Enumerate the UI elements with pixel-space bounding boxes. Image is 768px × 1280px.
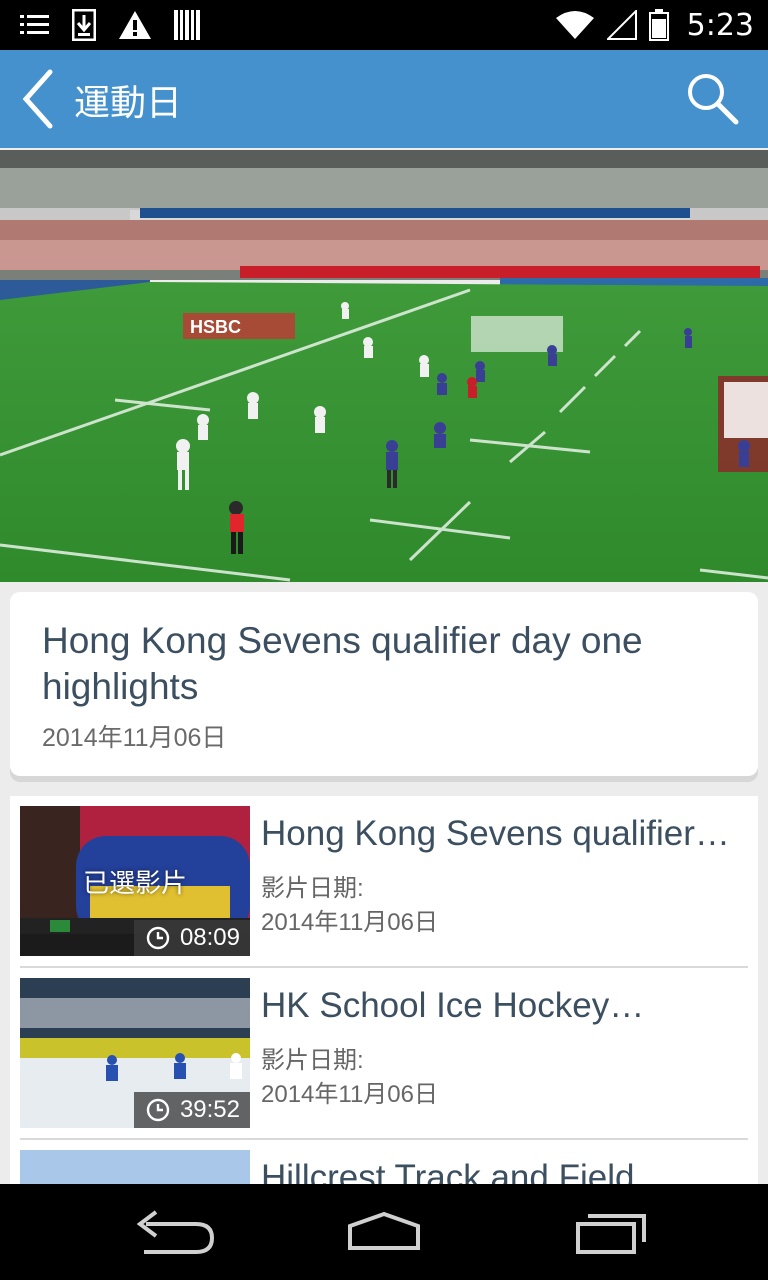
video-thumbnail: 39:52 <box>20 978 250 1128</box>
video-thumbnail: 已選影片 08:09 <box>20 806 250 956</box>
rugby-field-image: HSBC <box>0 150 768 582</box>
navigation-bar <box>0 1184 768 1280</box>
home-icon[interactable] <box>336 1202 432 1262</box>
content-area: HSBC Hong Kong Sevens qualifier day one … <box>0 148 768 1184</box>
clock: 5:23 <box>686 7 754 43</box>
action-bar: 運動日 <box>0 50 768 148</box>
video-info-card: Hong Kong Sevens qualifier day one highl… <box>10 592 758 776</box>
signal-icon <box>606 10 637 40</box>
list-item[interactable]: Hillcrest Track and Field <box>20 1140 748 1184</box>
barcode-icon <box>174 10 200 40</box>
video-player[interactable]: HSBC <box>0 150 768 582</box>
list-item-title: Hong Kong Sevens qualifier… <box>261 814 730 853</box>
list-item[interactable]: 已選影片 08:09 Hong Kong Sevens qualifier… 影… <box>20 796 748 968</box>
duration-badge: 08:09 <box>133 920 250 956</box>
clock-icon <box>146 1098 170 1122</box>
system-icons: 5:23 <box>555 6 754 44</box>
recent-apps-icon[interactable] <box>564 1202 660 1262</box>
list-item-title: HK School Ice Hockey… <box>261 986 645 1025</box>
notification-icons <box>20 8 200 42</box>
video-thumbnail <box>20 1150 250 1184</box>
list-item[interactable]: 39:52 HK School Ice Hockey… 影片日期: 2014年1… <box>20 968 748 1140</box>
video-title: Hong Kong Sevens qualifier day one highl… <box>42 620 643 707</box>
clock-icon <box>146 926 170 950</box>
thumbnail-image <box>20 1150 250 1184</box>
related-videos-list: 已選影片 08:09 Hong Kong Sevens qualifier… 影… <box>10 796 758 1184</box>
duration-text: 08:09 <box>179 924 240 951</box>
video-date: 2014年11月06日 <box>42 724 227 752</box>
download-icon <box>72 9 96 41</box>
status-bar: 5:23 <box>0 0 768 50</box>
list-item-title: Hillcrest Track and Field <box>261 1158 635 1184</box>
warning-icon <box>119 11 151 39</box>
duration-text: 39:52 <box>179 1096 240 1123</box>
search-icon[interactable] <box>684 70 740 126</box>
page-title: 運動日 <box>74 83 183 124</box>
list-icon <box>20 15 49 34</box>
chevron-left-icon[interactable] <box>18 68 58 130</box>
svg-text:HSBC: HSBC <box>190 317 241 337</box>
list-item-date: 2014年11月06日 <box>261 1081 438 1108</box>
list-item-date: 2014年11月06日 <box>261 909 438 936</box>
list-item-date-label: 影片日期: <box>261 875 364 902</box>
battery-icon <box>648 9 669 41</box>
wifi-icon <box>555 11 594 39</box>
back-icon[interactable] <box>126 1202 222 1262</box>
duration-badge: 39:52 <box>133 1092 250 1128</box>
list-item-date-label: 影片日期: <box>261 1047 364 1074</box>
